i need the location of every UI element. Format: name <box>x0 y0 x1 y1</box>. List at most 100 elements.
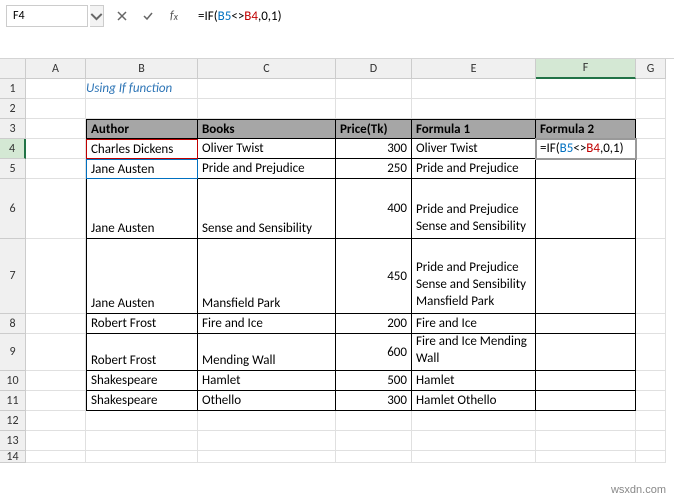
cell-G10[interactable] <box>636 371 666 391</box>
cell-F12[interactable] <box>536 411 636 431</box>
cell-C3[interactable]: Books <box>198 119 336 139</box>
cell-B3[interactable]: Author <box>86 119 198 139</box>
row-header-6[interactable]: 6 <box>0 179 26 239</box>
cell-G7[interactable] <box>636 239 666 314</box>
cell-A12[interactable] <box>26 411 86 431</box>
row-header-14[interactable]: 14 <box>0 451 26 463</box>
cell-F6[interactable] <box>536 179 636 239</box>
cell-F4[interactable]: =IF(B5<>B4,0,1) <box>536 139 636 159</box>
col-header-G[interactable]: G <box>636 59 666 79</box>
cell-E13[interactable] <box>412 431 536 451</box>
name-box-dropdown[interactable] <box>90 5 104 27</box>
cell-C12[interactable] <box>198 411 336 431</box>
cell-B11[interactable]: Shakespeare <box>86 391 198 411</box>
cell-G8[interactable] <box>636 314 666 334</box>
cell-E11[interactable]: Hamlet Othello <box>412 391 536 411</box>
cell-D12[interactable] <box>336 411 412 431</box>
cell-G3[interactable] <box>636 119 666 139</box>
row-header-8[interactable]: 8 <box>0 314 26 334</box>
cell-G12[interactable] <box>636 411 666 431</box>
row-header-11[interactable]: 11 <box>0 391 26 411</box>
cell-C10[interactable]: Hamlet <box>198 371 336 391</box>
cell-C14[interactable] <box>198 451 336 463</box>
cell-B6[interactable]: Jane Austen <box>86 179 198 239</box>
cell-F13[interactable] <box>536 431 636 451</box>
cell-B1[interactable]: Using If function <box>86 79 198 99</box>
cell-C7[interactable]: Mansfield Park <box>198 239 336 314</box>
cell-A11[interactable] <box>26 391 86 411</box>
cell-A1[interactable] <box>26 79 86 99</box>
cell-D1[interactable] <box>336 79 412 99</box>
cell-A2[interactable] <box>26 99 86 119</box>
col-header-F[interactable]: F <box>536 59 636 79</box>
cell-B2[interactable] <box>86 99 198 119</box>
cell-F8[interactable] <box>536 314 636 334</box>
col-header-A[interactable]: A <box>26 59 86 79</box>
cell-D13[interactable] <box>336 431 412 451</box>
cell-A9[interactable] <box>26 334 86 371</box>
row-header-7[interactable]: 7 <box>0 239 26 314</box>
cell-D9[interactable]: 600 <box>336 334 412 371</box>
col-header-C[interactable]: C <box>198 59 336 79</box>
cell-C2[interactable] <box>198 99 336 119</box>
cancel-formula-button[interactable] <box>110 5 134 27</box>
cell-B10[interactable]: Shakespeare <box>86 371 198 391</box>
cell-D7[interactable]: 450 <box>336 239 412 314</box>
col-header-D[interactable]: D <box>336 59 412 79</box>
cell-F3[interactable]: Formula 2 <box>536 119 636 139</box>
row-header-2[interactable]: 2 <box>0 99 26 119</box>
cell-B12[interactable] <box>86 411 198 431</box>
row-header-4[interactable]: 4 <box>0 139 26 159</box>
row-header-3[interactable]: 3 <box>0 119 26 139</box>
cell-B7[interactable]: Jane Austen <box>86 239 198 314</box>
cell-B4[interactable]: Charles Dickens <box>86 139 198 159</box>
cell-B5[interactable]: Jane Austen <box>86 159 198 179</box>
fx-button[interactable]: fx <box>162 5 186 27</box>
cell-E3[interactable]: Formula 1 <box>412 119 536 139</box>
cell-G2[interactable] <box>636 99 666 119</box>
formula-input[interactable]: =IF(B5<>B4,0,1) <box>192 5 674 27</box>
select-all-corner[interactable] <box>0 59 26 79</box>
row-header-12[interactable]: 12 <box>0 411 26 431</box>
cell-C5[interactable]: Pride and Prejudice <box>198 159 336 179</box>
cell-B8[interactable]: Robert Frost <box>86 314 198 334</box>
cell-E14[interactable] <box>412 451 536 463</box>
cell-C8[interactable]: Fire and Ice <box>198 314 336 334</box>
cell-A13[interactable] <box>26 431 86 451</box>
cell-F11[interactable] <box>536 391 636 411</box>
cell-E10[interactable]: Hamlet <box>412 371 536 391</box>
cell-D10[interactable]: 500 <box>336 371 412 391</box>
cell-F10[interactable] <box>536 371 636 391</box>
cell-A14[interactable] <box>26 451 86 463</box>
cell-A6[interactable] <box>26 179 86 239</box>
cell-G9[interactable] <box>636 334 666 371</box>
row-header-9[interactable]: 9 <box>0 334 26 371</box>
cell-D8[interactable]: 200 <box>336 314 412 334</box>
cell-B14[interactable] <box>86 451 198 463</box>
cell-E5[interactable]: Pride and Prejudice <box>412 159 536 179</box>
cell-F7[interactable] <box>536 239 636 314</box>
cell-E12[interactable] <box>412 411 536 431</box>
cell-D14[interactable] <box>336 451 412 463</box>
cell-C1[interactable] <box>198 79 336 99</box>
cell-D5[interactable]: 250 <box>336 159 412 179</box>
cell-G4[interactable] <box>636 139 666 159</box>
cell-E8[interactable]: Fire and Ice <box>412 314 536 334</box>
cell-B9[interactable]: Robert Frost <box>86 334 198 371</box>
cell-E2[interactable] <box>412 99 536 119</box>
cell-F5[interactable] <box>536 159 636 179</box>
cell-C6[interactable]: Sense and Sensibility <box>198 179 336 239</box>
cell-G11[interactable] <box>636 391 666 411</box>
cell-A7[interactable] <box>26 239 86 314</box>
cell-G1[interactable] <box>636 79 666 99</box>
cell-F14[interactable] <box>536 451 636 463</box>
cell-D6[interactable]: 400 <box>336 179 412 239</box>
cell-F2[interactable] <box>536 99 636 119</box>
accept-formula-button[interactable] <box>136 5 160 27</box>
cell-A8[interactable] <box>26 314 86 334</box>
cell-C9[interactable]: Mending Wall <box>198 334 336 371</box>
row-header-10[interactable]: 10 <box>0 371 26 391</box>
cell-A4[interactable] <box>26 139 86 159</box>
cell-D3[interactable]: Price(Tk) <box>336 119 412 139</box>
cell-E1[interactable] <box>412 79 536 99</box>
